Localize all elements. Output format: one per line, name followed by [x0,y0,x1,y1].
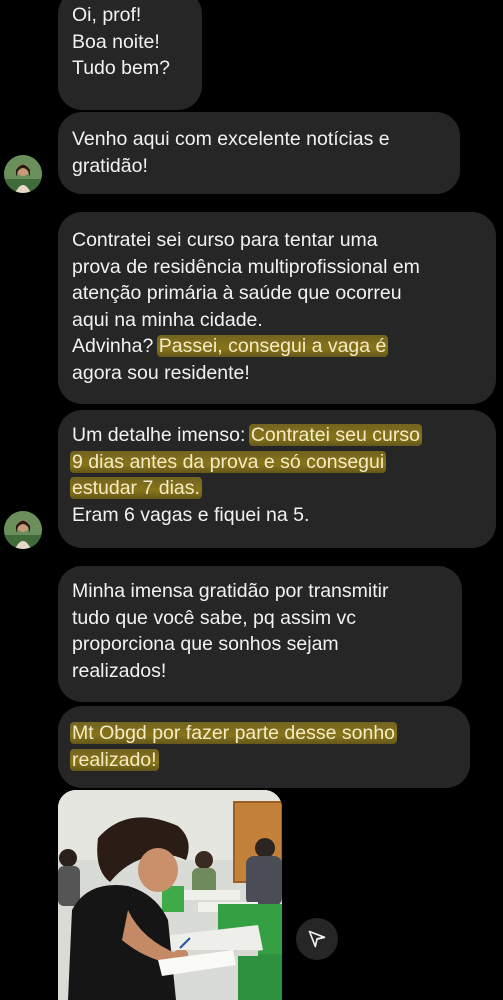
message-line: Venho aqui com excelente notícias e [72,128,390,150]
message-line: Minha imensa gratidão por transmitir [72,580,389,602]
classroom-photo [58,790,282,1000]
message-line: atenção primária à saúde que ocorreu [72,282,402,304]
message-bubble[interactable]: Contratei sei curso para tentar uma prov… [58,212,496,404]
message-bubble[interactable]: Oi, prof! Boa noite! Tudo bem? [58,0,202,110]
message-bubble[interactable]: Um detalhe imenso: Contratei seu curso 9… [58,410,496,548]
message-line: realizado! [70,747,456,774]
message-line: Tudo bem? [72,57,170,79]
send-icon [308,930,326,948]
message-line: estudar 7 dias. [70,475,482,502]
message-line: Contratei sei curso para tentar uma [72,229,378,251]
message-bubble[interactable]: Mt Obgd por fazer parte desse sonho real… [58,706,470,788]
message-line: Oi, prof! [72,4,142,26]
message-line: Mt Obgd por fazer parte desse sonho [70,720,456,747]
highlighted-text: 9 dias antes da prova e só consegui [70,450,387,473]
message-line: tudo que você sabe, pq assim vc [72,606,356,629]
sender-avatar[interactable] [4,155,42,193]
message-line: agora sou residente! [72,361,250,384]
message-text: Advinha? [72,335,159,357]
highlighted-text: estudar 7 dias. [70,477,202,499]
share-button[interactable] [296,918,338,960]
chat-thread: Oi, prof! Boa noite! Tudo bem? Venho aqu… [0,0,503,1000]
message-line: Eram 6 vagas e fiquei na 5. [72,503,310,526]
message-line: realizados! [72,659,167,682]
highlighted-text: Contratei seu curso [248,424,422,446]
photo-message[interactable] [58,790,282,1000]
message-line: aqui na minha cidade. [72,308,263,331]
message-line: Um detalhe imenso: Contratei seu curso [72,422,482,449]
highlighted-text: realizado! [70,748,159,771]
highlighted-text: Mt Obgd por fazer parte desse sonho [70,722,398,744]
highlighted-text: Passei, consegui a vaga é [156,335,389,357]
message-text: Um detalhe imenso: [72,424,251,446]
profile-avatar-icon [4,155,42,193]
message-line: proporciona que sonhos sejam [72,633,339,655]
message-bubble[interactable]: Venho aqui com excelente notícias e grat… [58,112,460,194]
message-line: prova de residência multiprofissional em [72,255,420,278]
message-line: Boa noite! [72,30,160,53]
message-line: 9 dias antes da prova e só consegui [70,449,482,476]
profile-avatar-icon [4,511,42,549]
message-line: gratidão! [72,154,148,177]
message-line: Advinha? Passei, consegui a vaga é [72,333,482,360]
message-bubble[interactable]: Minha imensa gratidão por transmitir tud… [58,566,462,702]
sender-avatar[interactable] [4,511,42,549]
